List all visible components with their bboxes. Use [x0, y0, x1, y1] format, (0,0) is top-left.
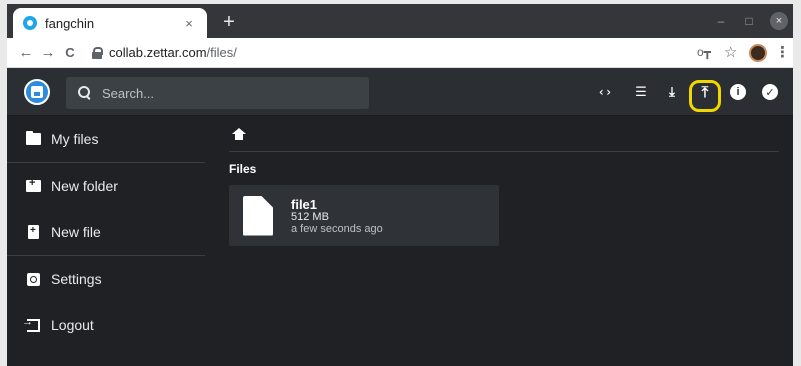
list-view-button[interactable]: ☰	[631, 82, 651, 102]
close-window-button[interactable]: ×	[770, 12, 788, 30]
app-logo[interactable]	[24, 79, 50, 105]
sidebar-item-label: My files	[51, 131, 99, 147]
profile-avatar[interactable]	[749, 44, 767, 62]
home-icon[interactable]	[232, 127, 246, 140]
new-tab-button[interactable]: +	[219, 10, 239, 34]
sidebar-item-settings[interactable]: Settings	[7, 256, 207, 302]
floppy-icon	[31, 86, 43, 98]
sidebar-item-my-files[interactable]: My files	[7, 116, 207, 162]
section-title: Files	[229, 162, 257, 176]
reload-button[interactable]: C	[59, 45, 81, 60]
sidebar-item-new-file[interactable]: New file	[7, 209, 207, 255]
app-header: ‹› ☰ ⤓ ⤒ i ✓	[7, 68, 793, 116]
download-button[interactable]: ⤓	[662, 82, 682, 102]
star-icon[interactable]: ☆	[724, 43, 737, 61]
file-item[interactable]: file1 512 MB a few seconds ago	[229, 185, 499, 246]
search-box[interactable]	[66, 77, 369, 109]
tab-title: fangchin	[45, 15, 95, 31]
sidebar-item-logout[interactable]: Logout	[7, 302, 207, 348]
back-button[interactable]: ←	[15, 44, 37, 61]
browser-tab[interactable]: fangchin ×	[13, 8, 207, 38]
sidebar-item-label: New file	[51, 224, 101, 240]
new-file-icon	[28, 225, 39, 239]
info-button[interactable]: i	[728, 82, 748, 102]
maximize-button[interactable]: □	[741, 13, 757, 29]
forward-button[interactable]: →	[37, 44, 59, 61]
file-meta: file1 512 MB a few seconds ago	[291, 198, 383, 235]
file-listing: Files file1 512 MB a few seconds ago	[229, 116, 781, 366]
settings-icon	[27, 272, 40, 286]
url-host: collab.zettar.com	[109, 45, 207, 60]
embed-code-button[interactable]: ‹›	[595, 82, 615, 102]
folder-icon	[26, 131, 41, 145]
search-icon	[78, 86, 92, 100]
address-bar[interactable]: collab.zettar.com/files/	[91, 42, 793, 64]
browser-window: fangchin × + – □ × ← → C collab.zettar.c…	[7, 4, 793, 366]
sidebar: My files New folder New file Settings Lo…	[7, 116, 207, 366]
sidebar-item-label: Settings	[51, 271, 102, 287]
browser-menu-icon[interactable]: ⋮	[775, 43, 790, 61]
upload-highlight	[689, 80, 721, 112]
new-folder-icon	[26, 177, 41, 192]
file-modified: a few seconds ago	[291, 223, 383, 235]
breadcrumb	[229, 116, 779, 152]
key-icon[interactable]: o┳	[697, 45, 711, 59]
select-button[interactable]: ✓	[760, 82, 780, 102]
lock-icon[interactable]	[91, 46, 103, 59]
search-input[interactable]	[102, 85, 362, 101]
file-name: file1	[291, 197, 318, 212]
sidebar-item-new-folder[interactable]: New folder	[7, 163, 207, 209]
logout-icon	[22, 316, 40, 332]
favicon-icon	[23, 16, 37, 30]
file-size: 512 MB	[291, 211, 329, 223]
info-icon: i	[730, 84, 746, 100]
address-bar-row: ← → C collab.zettar.com/files/ o┳ ☆ ⋮	[7, 38, 793, 68]
minimize-button[interactable]: –	[713, 13, 729, 29]
tab-strip: fangchin × + – □ ×	[7, 4, 793, 38]
file-icon	[243, 195, 273, 236]
check-circle-icon: ✓	[762, 84, 778, 100]
tab-close-icon[interactable]: ×	[181, 16, 197, 31]
url-path: /files/	[206, 45, 237, 60]
sidebar-item-label: Logout	[51, 317, 94, 333]
sidebar-item-label: New folder	[51, 178, 118, 194]
